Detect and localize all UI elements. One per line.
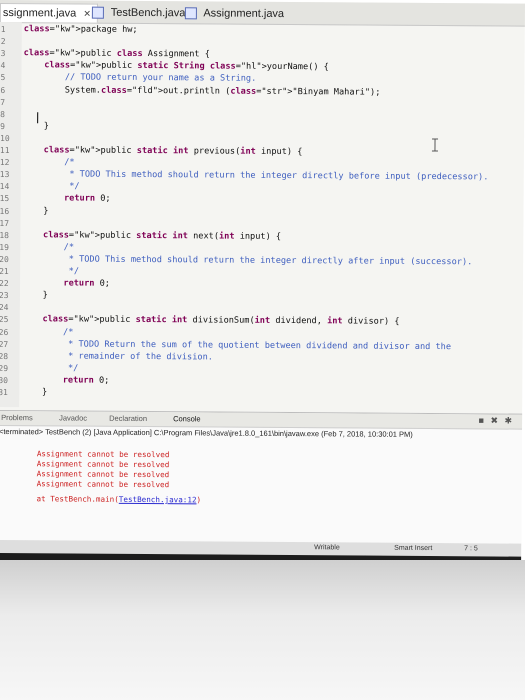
- code-line: class="kw">public static String class="h…: [44, 60, 329, 73]
- java-file-icon: [184, 7, 197, 20]
- line-number: 22: [0, 279, 9, 289]
- code-line: * TODO This method should return the int…: [22, 254, 473, 268]
- terminated-status: <terminated> TestBench (2) [Java Applica…: [0, 427, 413, 439]
- line-number: 21: [0, 267, 9, 277]
- line-number: 12: [0, 158, 10, 168]
- line-number: 20: [0, 254, 9, 264]
- code-line: }: [21, 387, 48, 398]
- stack-trace-link[interactable]: TestBench.java:12: [119, 495, 197, 505]
- stack-trace-line: at TestBench.main(TestBench.java:12): [36, 494, 201, 504]
- line-number: 24: [0, 303, 9, 313]
- console-error-line: Assignment cannot be resolved: [36, 479, 170, 490]
- code-line: class="kw">public static int divisionSum…: [42, 314, 400, 328]
- code-line: System.class="fld">out.println (class="s…: [23, 84, 381, 98]
- line-number: 23: [0, 291, 9, 301]
- line-number: 18: [0, 230, 10, 240]
- code-line: * remainder of the division.: [21, 350, 213, 363]
- line-number: 10: [0, 133, 10, 143]
- tab-label: TestBench.java: [110, 6, 186, 20]
- line-number: 6: [0, 85, 6, 95]
- line-number: 26: [0, 327, 9, 337]
- code-line: /*: [21, 326, 74, 338]
- code-line: */: [22, 266, 80, 277]
- code-line: class="kw">package hw;: [23, 24, 138, 35]
- cursor-position: 7 : 5: [464, 545, 478, 553]
- line-number: 13: [0, 170, 10, 180]
- line-number: 28: [0, 351, 9, 361]
- code-line: return 0;: [63, 193, 111, 205]
- line-number: 1: [0, 25, 6, 35]
- line-number: 30: [0, 375, 9, 385]
- tab-declaration[interactable]: Declaration: [109, 414, 147, 423]
- line-number: 11: [0, 146, 10, 156]
- tab-assignment-java-active[interactable]: ssignment.java ✕: [0, 2, 98, 23]
- tab-problems[interactable]: Problems: [1, 413, 33, 422]
- line-number: 7: [0, 97, 6, 107]
- line-number: 8: [0, 109, 6, 119]
- line-number: 29: [0, 363, 9, 373]
- code-line: return 0;: [63, 278, 111, 289]
- code-line: * TODO This method should return the int…: [22, 169, 489, 183]
- line-number: 31: [0, 387, 8, 398]
- text-cursor: [37, 112, 39, 124]
- code-line: */: [21, 362, 79, 374]
- insert-mode-status: Smart Insert: [394, 544, 433, 553]
- line-number: 14: [0, 182, 10, 192]
- line-number: 25: [0, 315, 9, 325]
- console-panel: Problems Javadoc Declaration Console ■ ✖…: [0, 409, 523, 545]
- code-line: }: [21, 290, 48, 301]
- desk-surface: [0, 560, 525, 700]
- tab-label: ssignment.java: [2, 7, 77, 20]
- trace-prefix: at TestBench.main(: [36, 494, 119, 504]
- i-beam-cursor-icon: [431, 138, 439, 152]
- tab-javadoc[interactable]: Javadoc: [59, 413, 87, 422]
- line-number: 27: [0, 339, 9, 349]
- close-icon[interactable]: ✕: [83, 9, 91, 19]
- line-number: 4: [0, 61, 6, 71]
- tab-console[interactable]: Console: [173, 414, 201, 423]
- trace-suffix: ): [196, 495, 202, 505]
- line-number: 17: [0, 218, 10, 228]
- java-file-icon: [91, 6, 104, 19]
- code-editor[interactable]: 1 class="kw">package hw; 2 3 class="kw">publ…: [0, 22, 525, 411]
- line-number: 3: [0, 49, 6, 59]
- code-line: }: [22, 205, 49, 216]
- tab-testbench-java[interactable]: TestBench.java: [91, 4, 186, 23]
- line-number: 2: [0, 37, 6, 47]
- code-line: // TODO return your name as a String.: [23, 72, 257, 85]
- writable-status: Writable: [314, 544, 340, 552]
- code-line: return 0;: [62, 375, 110, 386]
- code-line: /*: [22, 241, 75, 253]
- line-number: 9: [0, 121, 5, 131]
- code-line: */: [22, 181, 80, 192]
- code-line: class="kw">public static int previous(in…: [43, 145, 303, 158]
- tab-label: Assignment.java: [203, 7, 285, 20]
- code-line: /*: [22, 157, 75, 168]
- line-number: 16: [0, 206, 10, 216]
- console-toolbar-icons[interactable]: ■ ✖ ✱: [479, 415, 515, 426]
- code-line: class="kw">public class Assignment {: [23, 48, 210, 60]
- code-line: }: [23, 120, 50, 132]
- tab-assignment-java[interactable]: Assignment.java: [184, 4, 285, 23]
- line-number: 5: [0, 73, 6, 83]
- code-line: class="kw">public static int next(int in…: [43, 229, 282, 242]
- line-number: 19: [0, 242, 9, 252]
- line-number: 15: [0, 194, 10, 204]
- ide-screen: ssignment.java ✕ TestBench.java Assignme…: [0, 0, 525, 587]
